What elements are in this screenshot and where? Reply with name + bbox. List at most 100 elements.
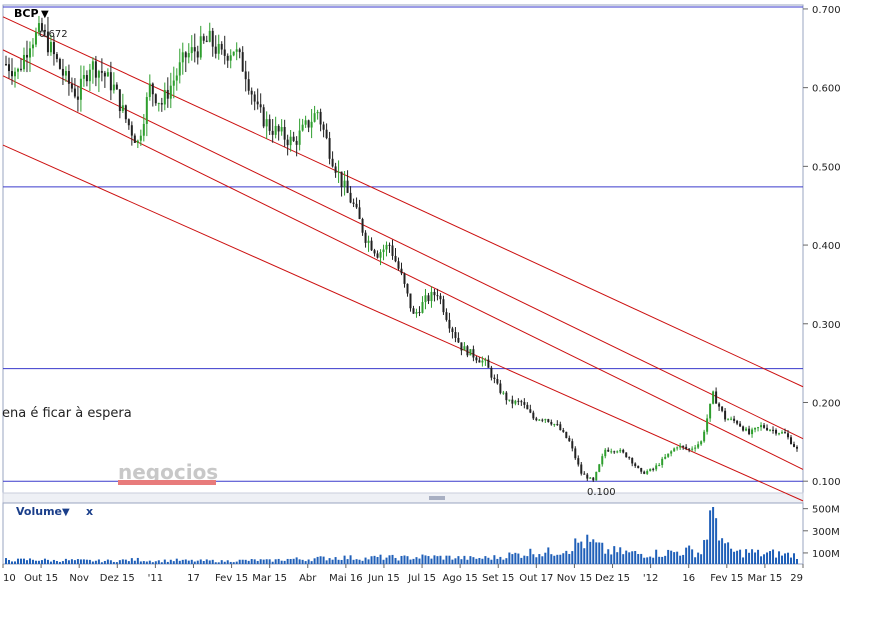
volume-bar — [646, 557, 649, 564]
volume-bar — [718, 540, 721, 564]
symbol-menu-icon[interactable]: ▼ — [41, 9, 49, 20]
volume-menu-icon[interactable]: ▼ — [62, 507, 70, 518]
volume-bar — [655, 549, 658, 564]
volume-bar — [22, 558, 25, 564]
volume-bar — [187, 560, 190, 564]
volume-bar — [712, 507, 715, 564]
candle-body — [514, 400, 517, 404]
volume-bar — [304, 561, 307, 564]
volume-bar — [355, 559, 358, 564]
x-tick-label: '12 — [643, 573, 658, 584]
volume-bar — [190, 559, 193, 564]
volume-bar — [448, 555, 451, 564]
candle-body — [5, 64, 7, 66]
candle-body — [757, 427, 760, 429]
candle-body — [583, 473, 586, 475]
volume-bar — [499, 556, 502, 564]
volume-bar — [61, 561, 64, 564]
volume-close-icon[interactable]: x — [86, 505, 93, 518]
candle-body — [613, 451, 616, 453]
volume-bar — [220, 560, 223, 564]
volume-bar — [178, 560, 181, 564]
volume-bar — [625, 550, 628, 564]
candle-body — [739, 423, 742, 427]
volume-bar — [793, 553, 796, 564]
volume-bar — [157, 560, 160, 564]
volume-bar — [775, 557, 778, 564]
volume-bar — [463, 555, 466, 564]
volume-bar — [562, 553, 565, 564]
volume-y-tick-label: 300M — [812, 527, 840, 538]
candle-body — [640, 468, 643, 472]
x-tick-label: Out 15 — [24, 573, 58, 584]
candle-body — [94, 61, 97, 78]
volume-bar — [367, 559, 370, 564]
volume-bar — [109, 560, 112, 564]
candle-body — [232, 51, 235, 56]
candle-body — [505, 392, 508, 401]
volume-bar — [436, 556, 439, 564]
volume-bar — [124, 559, 127, 564]
candle-body — [10, 71, 13, 77]
candle-body — [385, 244, 388, 250]
volume-bar — [94, 560, 97, 564]
candle-body — [160, 103, 163, 105]
candle-body — [697, 444, 700, 448]
candle-body — [328, 138, 331, 159]
volume-bar — [118, 560, 121, 564]
y-tick-label: 0.700 — [812, 5, 841, 16]
volume-bar — [145, 561, 148, 564]
symbol-label[interactable]: BCP — [14, 7, 39, 20]
candle-body — [550, 421, 553, 425]
volume-bar — [772, 549, 775, 564]
candle-body — [634, 463, 637, 466]
overlay-headline: ena é ficar à espera — [2, 406, 132, 421]
volume-bar — [565, 550, 568, 564]
candle-body — [151, 83, 154, 95]
volume-bar — [49, 561, 52, 564]
volume-bar — [7, 559, 10, 564]
volume-bar — [790, 557, 793, 564]
candle-body — [349, 192, 352, 203]
volume-bar — [313, 558, 316, 564]
candle-body — [718, 403, 721, 407]
candle-body — [190, 47, 193, 54]
candle-body — [778, 433, 781, 435]
candle-body — [484, 359, 487, 361]
volume-bar — [439, 555, 442, 564]
candle-body — [382, 249, 385, 253]
candle-body — [73, 88, 76, 97]
volume-bar — [637, 553, 640, 564]
volume-bar — [208, 560, 211, 564]
volume-bar — [532, 554, 535, 564]
volume-bar — [505, 558, 508, 564]
volume-bar — [634, 550, 637, 564]
candle-body — [496, 378, 499, 384]
candle-body — [571, 441, 574, 449]
volume-bar — [184, 559, 187, 564]
volume-bar — [121, 559, 124, 564]
volume-bar — [535, 557, 538, 564]
candle-body — [130, 125, 133, 136]
volume-bar — [538, 554, 541, 564]
volume-bar — [262, 559, 265, 564]
volume-bar — [391, 554, 394, 564]
volume-bar — [148, 560, 151, 564]
volume-bar — [784, 553, 787, 564]
candle-body — [619, 449, 622, 452]
volume-bar — [742, 557, 745, 564]
volume-bar — [373, 555, 376, 564]
candle-body — [568, 437, 571, 442]
volume-bar — [766, 552, 769, 564]
candle-body — [331, 158, 334, 167]
candle-body — [301, 124, 304, 131]
volume-bar — [685, 547, 688, 564]
candle-body — [115, 84, 118, 90]
candle-body — [628, 457, 631, 459]
candle-body — [553, 424, 556, 426]
volume-bar — [460, 559, 463, 564]
candle-body — [184, 52, 187, 58]
x-tick-label: 17 — [187, 573, 200, 584]
candle-body — [577, 458, 580, 465]
candle-body — [706, 418, 709, 432]
